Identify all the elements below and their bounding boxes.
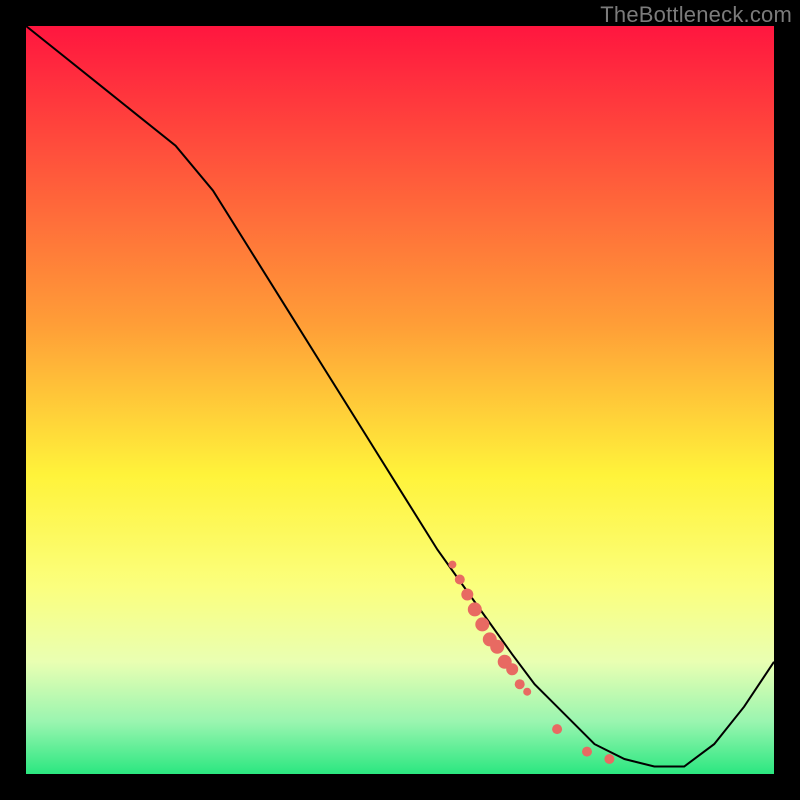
marker-dot (506, 663, 518, 675)
watermark-text: TheBottleneck.com (600, 2, 792, 28)
line-overlay (26, 26, 774, 774)
marker-dot (604, 754, 614, 764)
chart-frame: TheBottleneck.com (0, 0, 800, 800)
marker-dot (468, 602, 482, 616)
marker-dot (515, 679, 525, 689)
marker-dot (523, 688, 531, 696)
marker-dot (475, 617, 489, 631)
curve-markers (448, 561, 614, 764)
marker-dot (455, 575, 465, 585)
marker-dot (490, 640, 504, 654)
marker-dot (552, 724, 562, 734)
plot-area (26, 26, 774, 774)
marker-dot (448, 561, 456, 569)
marker-dot (461, 589, 473, 601)
bottleneck-curve (26, 26, 774, 767)
marker-dot (582, 747, 592, 757)
